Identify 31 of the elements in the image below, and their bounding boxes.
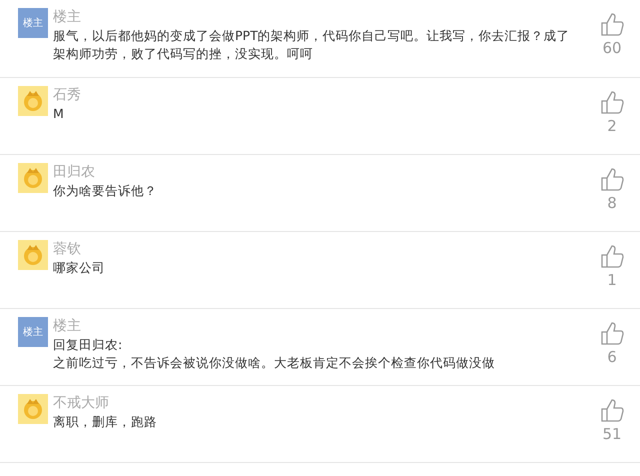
like-count: 2 xyxy=(607,117,617,135)
thumbs-up-icon[interactable] xyxy=(600,397,624,423)
user-name: 楼主 xyxy=(53,8,81,27)
like-count: 8 xyxy=(607,194,617,212)
like-count: 6 xyxy=(607,348,617,366)
comment-text: 哪家公司 xyxy=(53,259,106,277)
avatar-badge: 楼主 xyxy=(18,8,48,38)
like-count: 1 xyxy=(607,271,617,289)
avatar-icon xyxy=(18,240,48,270)
user-name: 不戒大师 xyxy=(53,394,109,413)
user-name: 田归农 xyxy=(53,163,95,182)
comment-text: 服气，以后都他妈的变成了会做PPT的架构师，代码你自己写吧。让我写，你去汇报？成了架构师功劳，败了代码写的挫，没实现。呵呵 xyxy=(53,27,571,63)
comment-text: 回复田归农: xyxy=(53,336,124,354)
thumbs-up-icon[interactable] xyxy=(600,320,624,346)
user-name: 石秀 xyxy=(53,86,81,105)
thumbs-up-icon[interactable] xyxy=(600,89,624,115)
thumbs-up-icon[interactable] xyxy=(600,243,624,269)
user-name: 楼主 xyxy=(53,317,81,336)
avatar-icon xyxy=(18,163,48,193)
comment-text: 你为啥要告诉他？ xyxy=(53,182,158,200)
comment-text: 之前吃过亏，不告诉会被说你没做啥。大老板肯定不会挨个检查你代码做没做 xyxy=(53,354,496,372)
avatar-icon xyxy=(18,86,48,116)
like-count: 51 xyxy=(602,425,622,443)
comment-text: 离职，删库，跑路 xyxy=(53,413,158,431)
avatar-icon xyxy=(18,394,48,424)
comment-text: M xyxy=(53,105,65,123)
avatar-badge: 楼主 xyxy=(18,317,48,347)
like-count: 60 xyxy=(602,39,622,57)
user-name: 蓉钦 xyxy=(53,240,81,259)
thumbs-up-icon[interactable] xyxy=(600,166,624,192)
thumbs-up-icon[interactable] xyxy=(600,11,624,37)
